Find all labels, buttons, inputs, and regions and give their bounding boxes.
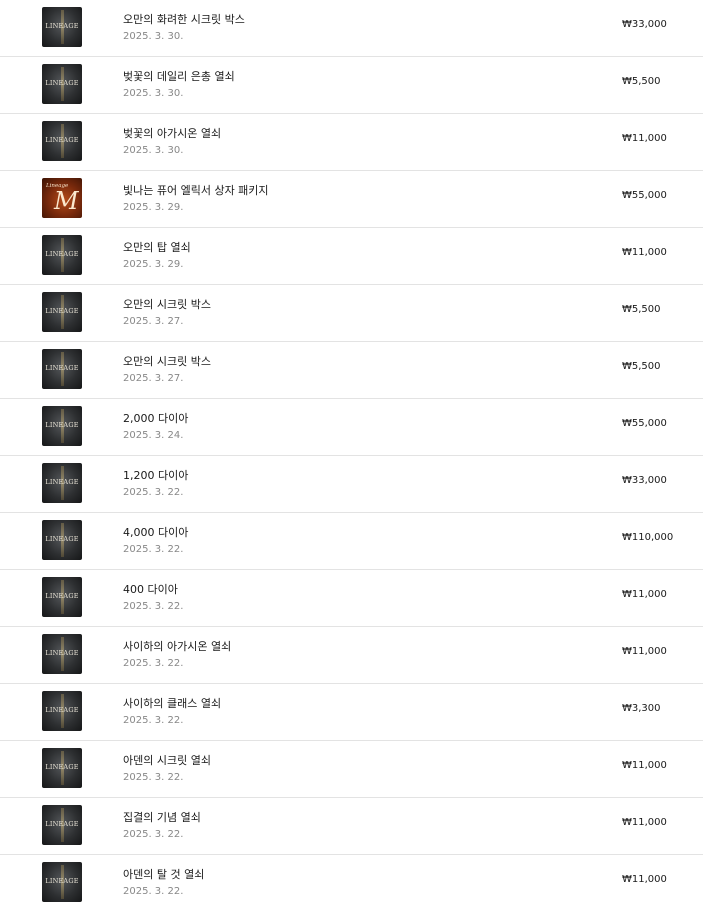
purchase-row[interactable]: LINEAGE 오만의 화려한 시크릿 박스 2025. 3. 30. ₩33,… — [0, 0, 703, 57]
purchase-row[interactable]: LINEAGE 오만의 시크릿 박스 2025. 3. 27. ₩5,500 — [0, 342, 703, 399]
purchase-date: 2025. 3. 22. — [123, 829, 184, 840]
purchase-history-list: LINEAGE 오만의 화려한 시크릿 박스 2025. 3. 30. ₩33,… — [0, 0, 703, 904]
item-price: ₩5,500 — [622, 76, 661, 87]
item-title: 1,200 다이아 — [123, 469, 189, 482]
lineage2-icon: LINEAGE — [42, 235, 82, 275]
purchase-date: 2025. 3. 30. — [123, 88, 184, 99]
item-price: ₩5,500 — [622, 361, 661, 372]
lineage2-icon: LINEAGE — [42, 691, 82, 731]
purchase-date: 2025. 3. 30. — [123, 145, 184, 156]
lineage2-icon: LINEAGE — [42, 406, 82, 446]
item-title: 집결의 기념 열쇠 — [123, 811, 201, 824]
lineage2-icon: LINEAGE — [42, 64, 82, 104]
item-price: ₩11,000 — [622, 874, 667, 885]
purchase-date: 2025. 3. 22. — [123, 544, 184, 555]
lineage2-icon: LINEAGE — [42, 748, 82, 788]
purchase-row[interactable]: LINEAGE 오만의 시크릿 박스 2025. 3. 27. ₩5,500 — [0, 285, 703, 342]
item-title: 빛나는 퓨어 엘릭서 상자 패키지 — [123, 184, 269, 197]
purchase-date: 2025. 3. 22. — [123, 886, 184, 897]
item-title: 오만의 화려한 시크릿 박스 — [123, 13, 245, 26]
lineage-m-icon: Lineage M — [42, 178, 82, 218]
purchase-date: 2025. 3. 22. — [123, 715, 184, 726]
item-price: ₩110,000 — [622, 532, 674, 543]
lineage2-icon: LINEAGE — [42, 121, 82, 161]
lineage2-icon: LINEAGE — [42, 349, 82, 389]
purchase-row[interactable]: LINEAGE 벚꽃의 아가시온 열쇠 2025. 3. 30. ₩11,000 — [0, 114, 703, 171]
item-title: 오만의 시크릿 박스 — [123, 355, 211, 368]
purchase-row[interactable]: LINEAGE 오만의 탑 열쇠 2025. 3. 29. ₩11,000 — [0, 228, 703, 285]
lineage2-icon: LINEAGE — [42, 7, 82, 47]
purchase-date: 2025. 3. 22. — [123, 658, 184, 669]
lineage2-icon: LINEAGE — [42, 463, 82, 503]
purchase-date: 2025. 3. 22. — [123, 487, 184, 498]
item-price: ₩11,000 — [622, 646, 667, 657]
purchase-row[interactable]: LINEAGE 사이하의 클래스 열쇠 2025. 3. 22. ₩3,300 — [0, 684, 703, 741]
purchase-row[interactable]: LINEAGE 4,000 다이아 2025. 3. 22. ₩110,000 — [0, 513, 703, 570]
purchase-date: 2025. 3. 24. — [123, 430, 184, 441]
item-title: 사이하의 아가시온 열쇠 — [123, 640, 232, 653]
purchase-date: 2025. 3. 22. — [123, 601, 184, 612]
item-title: 아덴의 시크릿 열쇠 — [123, 754, 211, 767]
lineage2-icon: LINEAGE — [42, 634, 82, 674]
item-price: ₩33,000 — [622, 19, 667, 30]
item-price: ₩3,300 — [622, 703, 661, 714]
item-price: ₩11,000 — [622, 589, 667, 600]
purchase-row[interactable]: LINEAGE 벚꽃의 데일리 은총 열쇠 2025. 3. 30. ₩5,50… — [0, 57, 703, 114]
item-price: ₩11,000 — [622, 817, 667, 828]
purchase-date: 2025. 3. 27. — [123, 316, 184, 327]
purchase-row[interactable]: LINEAGE 아덴의 탈 것 열쇠 2025. 3. 22. ₩11,000 — [0, 855, 703, 904]
item-price: ₩11,000 — [622, 247, 667, 258]
item-title: 벚꽃의 아가시온 열쇠 — [123, 127, 222, 140]
purchase-row[interactable]: LINEAGE 집결의 기념 열쇠 2025. 3. 22. ₩11,000 — [0, 798, 703, 855]
purchase-row[interactable]: LINEAGE 400 다이아 2025. 3. 22. ₩11,000 — [0, 570, 703, 627]
item-price: ₩33,000 — [622, 475, 667, 486]
purchase-row[interactable]: LINEAGE 2,000 다이아 2025. 3. 24. ₩55,000 — [0, 399, 703, 456]
purchase-row[interactable]: LINEAGE 사이하의 아가시온 열쇠 2025. 3. 22. ₩11,00… — [0, 627, 703, 684]
item-price: ₩55,000 — [622, 418, 667, 429]
lineage2-icon: LINEAGE — [42, 862, 82, 902]
purchase-row[interactable]: Lineage M 빛나는 퓨어 엘릭서 상자 패키지 2025. 3. 29. … — [0, 171, 703, 228]
item-price: ₩11,000 — [622, 133, 667, 144]
item-title: 오만의 탑 열쇠 — [123, 241, 191, 254]
item-title: 아덴의 탈 것 열쇠 — [123, 868, 205, 881]
purchase-row[interactable]: LINEAGE 아덴의 시크릿 열쇠 2025. 3. 22. ₩11,000 — [0, 741, 703, 798]
purchase-date: 2025. 3. 29. — [123, 259, 184, 270]
lineage2-icon: LINEAGE — [42, 520, 82, 560]
item-price: ₩5,500 — [622, 304, 661, 315]
item-price: ₩11,000 — [622, 760, 667, 771]
item-title: 벚꽃의 데일리 은총 열쇠 — [123, 70, 235, 83]
purchase-date: 2025. 3. 29. — [123, 202, 184, 213]
purchase-date: 2025. 3. 22. — [123, 772, 184, 783]
purchase-row[interactable]: LINEAGE 1,200 다이아 2025. 3. 22. ₩33,000 — [0, 456, 703, 513]
purchase-date: 2025. 3. 30. — [123, 31, 184, 42]
item-title: 2,000 다이아 — [123, 412, 189, 425]
item-title: 사이하의 클래스 열쇠 — [123, 697, 222, 710]
item-price: ₩55,000 — [622, 190, 667, 201]
item-title: 4,000 다이아 — [123, 526, 189, 539]
lineage2-icon: LINEAGE — [42, 577, 82, 617]
purchase-date: 2025. 3. 27. — [123, 373, 184, 384]
item-title: 오만의 시크릿 박스 — [123, 298, 211, 311]
lineage2-icon: LINEAGE — [42, 805, 82, 845]
item-title: 400 다이아 — [123, 583, 178, 596]
lineage2-icon: LINEAGE — [42, 292, 82, 332]
